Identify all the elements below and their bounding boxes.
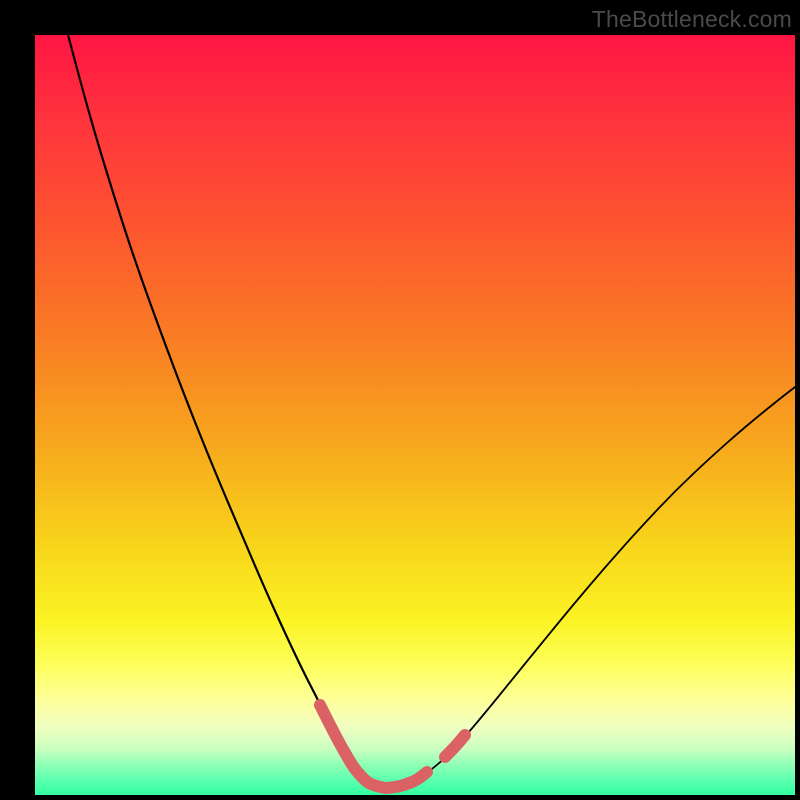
curve-svg — [35, 35, 795, 795]
left-curve — [66, 27, 385, 788]
marker-segment-2 — [445, 735, 465, 757]
watermark-label: TheBottleneck.com — [592, 6, 792, 33]
plot-area — [35, 35, 795, 795]
bottom-markers — [320, 705, 465, 788]
marker-segment-1 — [387, 772, 427, 788]
marker-segment-0 — [320, 705, 385, 788]
chart-frame: TheBottleneck.com — [0, 0, 800, 800]
right-curve — [385, 387, 795, 788]
